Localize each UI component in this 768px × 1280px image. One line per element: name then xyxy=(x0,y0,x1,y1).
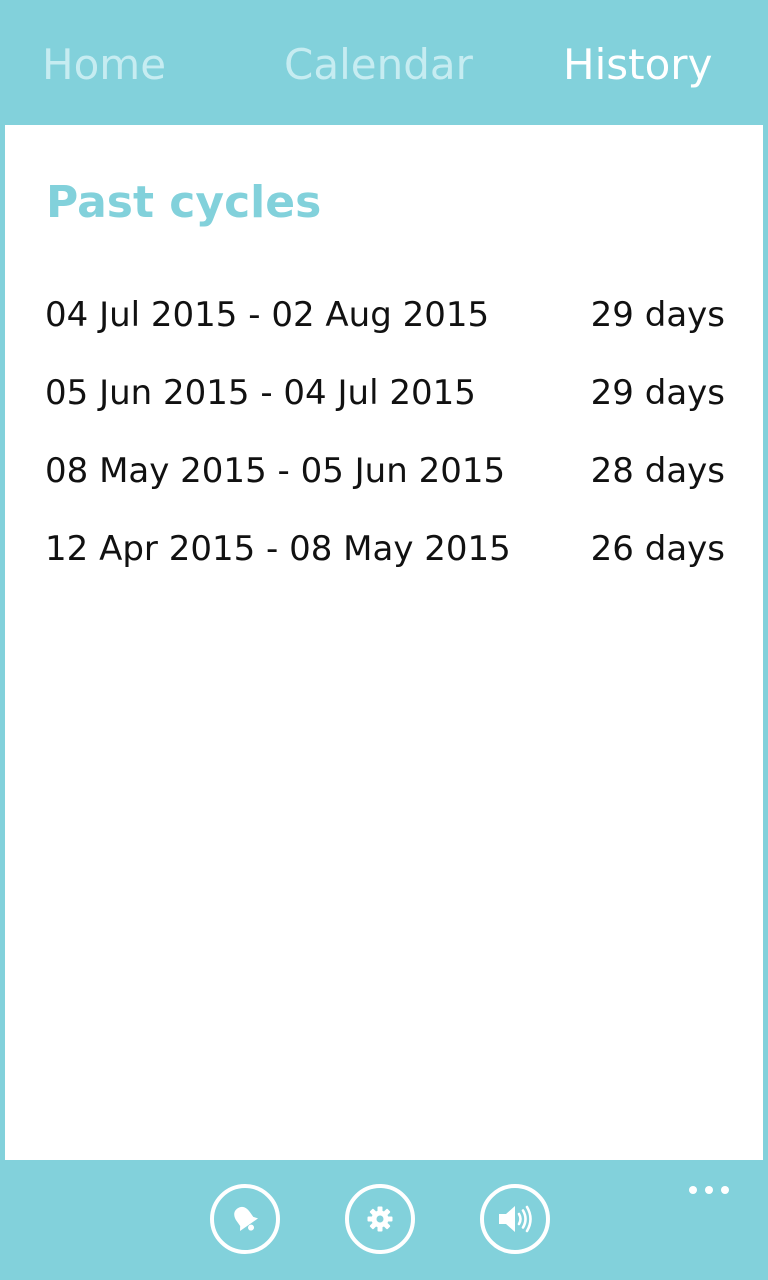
cycle-list: 04 Jul 2015 - 02 Aug 2015 29 days 05 Jun… xyxy=(45,289,725,601)
tab-history[interactable]: History xyxy=(563,40,712,90)
speaker-icon xyxy=(495,1202,535,1236)
cycle-range: 04 Jul 2015 - 02 Aug 2015 xyxy=(45,295,490,335)
settings-button[interactable] xyxy=(345,1184,415,1254)
gear-icon xyxy=(364,1203,396,1235)
sound-button[interactable] xyxy=(480,1184,550,1254)
app-bar xyxy=(0,1160,768,1280)
pivot-header: Home Calendar History xyxy=(0,0,768,125)
tab-home[interactable]: Home xyxy=(42,40,166,90)
cycle-range: 05 Jun 2015 - 04 Jul 2015 xyxy=(45,373,476,413)
more-options-button[interactable] xyxy=(686,1182,732,1196)
cycle-row[interactable]: 04 Jul 2015 - 02 Aug 2015 29 days xyxy=(45,289,725,367)
cycle-length: 26 days xyxy=(590,529,725,569)
cycle-length: 29 days xyxy=(590,373,725,413)
cycle-length: 29 days xyxy=(590,295,725,335)
cycle-range: 12 Apr 2015 - 08 May 2015 xyxy=(45,529,511,569)
bell-icon xyxy=(228,1202,262,1236)
cycle-length: 28 days xyxy=(590,451,725,491)
cycle-row[interactable]: 08 May 2015 - 05 Jun 2015 28 days xyxy=(45,445,725,523)
cycle-range: 08 May 2015 - 05 Jun 2015 xyxy=(45,451,506,491)
alarm-button[interactable] xyxy=(210,1184,280,1254)
cycle-row[interactable]: 05 Jun 2015 - 04 Jul 2015 29 days xyxy=(45,367,725,445)
tab-calendar[interactable]: Calendar xyxy=(284,40,473,90)
section-title: Past cycles xyxy=(46,177,322,228)
more-dots-icon xyxy=(686,1182,732,1201)
history-panel: Past cycles 04 Jul 2015 - 02 Aug 2015 29… xyxy=(5,125,763,1160)
cycle-row[interactable]: 12 Apr 2015 - 08 May 2015 26 days xyxy=(45,523,725,601)
